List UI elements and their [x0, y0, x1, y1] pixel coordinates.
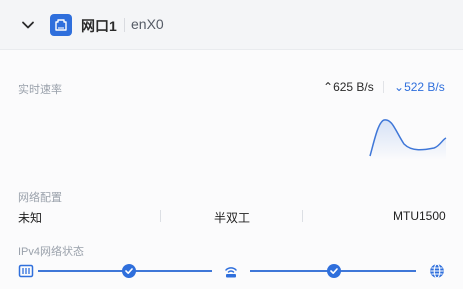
arrow-down-icon: ⌄	[394, 80, 405, 94]
port-name: 网口1	[81, 18, 117, 34]
router-icon	[223, 263, 239, 279]
config-speed: 未知	[18, 211, 43, 225]
check-icon	[327, 264, 341, 278]
arrow-up-icon: ⌃	[323, 80, 334, 94]
config-divider	[302, 210, 303, 222]
sparkline-area	[370, 119, 446, 160]
interface-name: enX0	[131, 16, 164, 32]
network-card-icon	[18, 263, 34, 279]
ethernet-port-icon	[50, 14, 72, 36]
globe-icon	[429, 263, 445, 279]
realtime-rate-label: 实时速率	[18, 84, 62, 96]
network-config-row: 未知 半双工 MTU1500	[0, 206, 463, 226]
check-icon	[122, 264, 136, 278]
download-rate: ⌄522 B/s	[394, 80, 445, 94]
network-port-panel: 网口1 enX0 实时速率 ⌃625 B/s ⌄522 B/s 网络配置 未知 …	[0, 0, 463, 289]
config-duplex: 半双工	[214, 211, 251, 225]
upload-rate: ⌃625 B/s	[323, 80, 374, 94]
config-divider	[160, 210, 161, 222]
config-mtu: MTU1500	[393, 209, 446, 223]
header-divider	[124, 18, 125, 32]
network-config-label: 网络配置	[18, 192, 62, 204]
ipv4-status-label: IPv4网络状态	[18, 246, 85, 258]
chevron-down-icon[interactable]	[20, 17, 36, 33]
rate-divider	[383, 81, 384, 93]
port-header[interactable]: 网口1 enX0	[0, 0, 463, 50]
traffic-sparkline	[369, 119, 447, 160]
